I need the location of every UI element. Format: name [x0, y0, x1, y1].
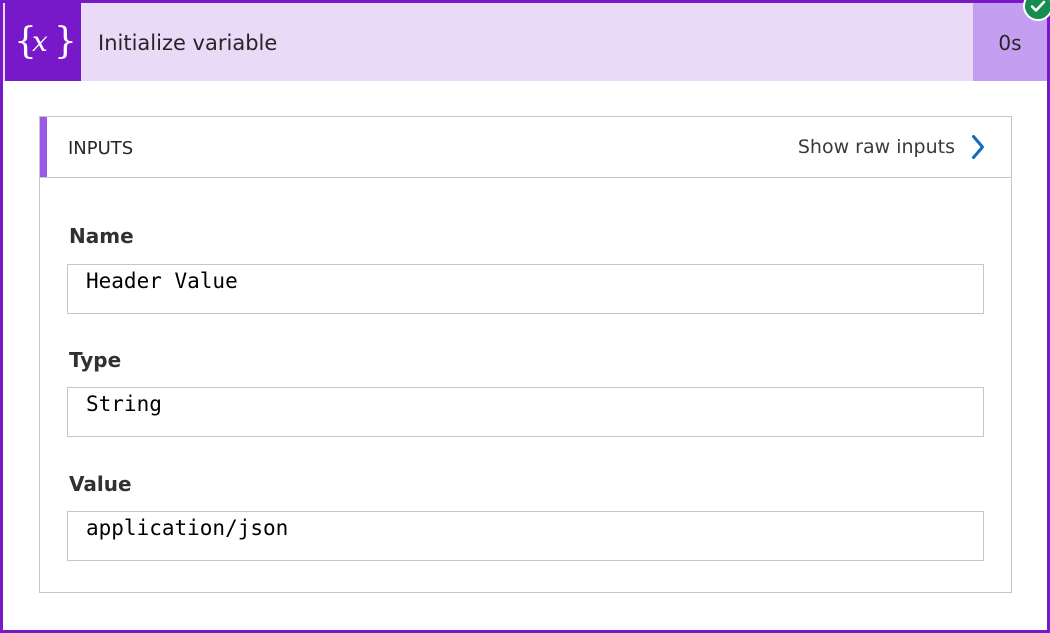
section-title: INPUTS: [68, 138, 134, 159]
svg-text:x: x: [32, 25, 48, 58]
type-field-label: Type: [69, 348, 122, 372]
svg-text:}: }: [54, 21, 73, 62]
inputs-section: INPUTS Show raw inputs Name Header Value…: [39, 116, 1012, 593]
action-card: { x } Initialize variable 0s INPUTS Show…: [0, 0, 1050, 633]
action-header[interactable]: { x } Initialize variable 0s: [3, 3, 1047, 81]
value-field[interactable]: application/json: [67, 511, 984, 561]
show-raw-inputs-link[interactable]: Show raw inputs: [798, 117, 985, 177]
type-field[interactable]: String: [67, 387, 984, 437]
chevron-right-icon: [972, 135, 984, 159]
type-field-value: String: [86, 392, 162, 416]
name-field-label: Name: [69, 224, 134, 248]
section-accent-bar: [40, 117, 47, 177]
value-field-value: application/json: [86, 516, 289, 540]
success-check-icon: [1023, 0, 1050, 21]
action-title: Initialize variable: [98, 31, 278, 55]
show-raw-inputs-label: Show raw inputs: [797, 136, 955, 158]
name-field[interactable]: Header Value: [67, 264, 984, 314]
inputs-section-header: INPUTS Show raw inputs: [40, 117, 1011, 178]
variable-braces-icon: { x }: [5, 3, 81, 81]
value-field-label: Value: [69, 472, 132, 496]
name-field-value: Header Value: [86, 269, 238, 293]
